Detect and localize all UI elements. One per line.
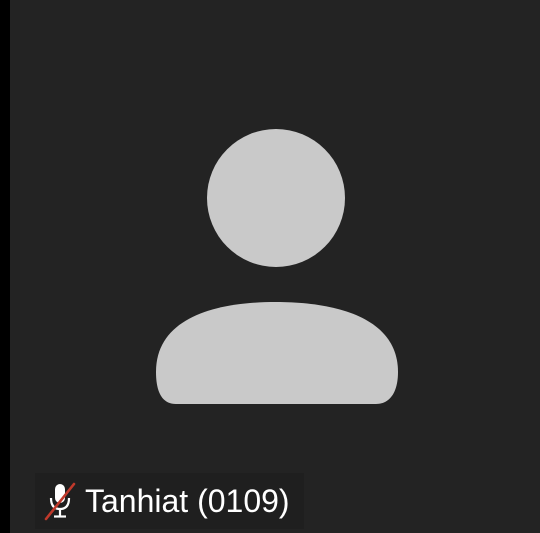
avatar-body	[156, 302, 398, 404]
default-user-avatar-icon	[156, 129, 398, 404]
participant-video-tile[interactable]: Tanhiat (0109)	[10, 0, 540, 533]
participant-name: Tanhiat (0109)	[85, 483, 290, 519]
avatar-head	[207, 129, 345, 267]
participant-name-tag: Tanhiat (0109)	[35, 473, 304, 529]
microphone-muted-icon	[44, 482, 76, 521]
